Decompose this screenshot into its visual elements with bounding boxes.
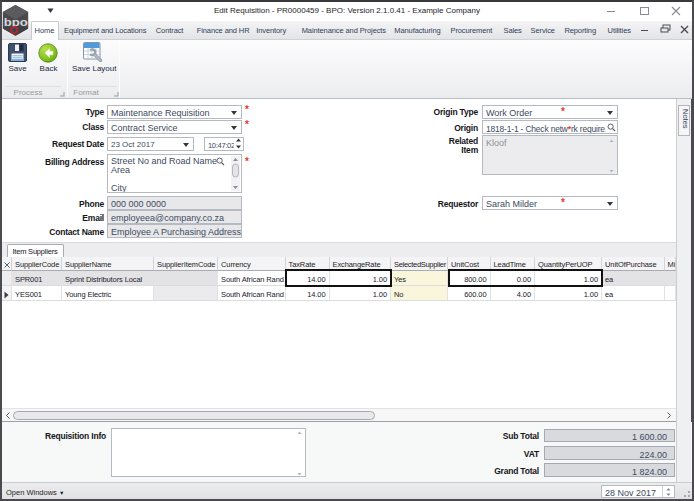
svg-text:bpo: bpo — [4, 16, 28, 28]
